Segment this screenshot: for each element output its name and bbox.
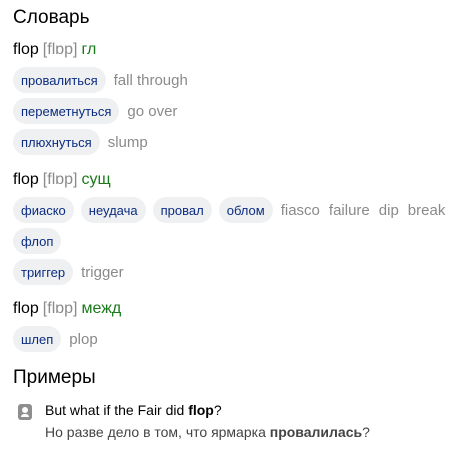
english-synonym: fiasco — [280, 201, 320, 219]
example-english-text: But what if the Fair did — [45, 402, 189, 418]
example-english-end: ? — [213, 402, 222, 418]
entry-word: flop — [13, 41, 39, 58]
translation-row: плюхнуться slump — [13, 128, 459, 156]
translation-chip[interactable]: плюхнуться — [13, 129, 100, 155]
book-icon — [18, 404, 32, 420]
example-english-highlight: flop — [188, 402, 214, 418]
english-synonym: failure — [328, 201, 370, 219]
examples-title: Примеры — [13, 367, 96, 388]
translation-chip[interactable]: неудача — [80, 197, 146, 223]
translation-row: шлеп plop — [13, 325, 459, 353]
entry-transcription: [flɒp] — [42, 300, 78, 317]
example-russian-text: Но разве дело в том, что ярмарка — [45, 424, 270, 440]
example-english: But what if the Fair did flop? — [45, 401, 222, 419]
translation-row: триггер trigger — [13, 258, 459, 286]
entry-header: flop [flɒp] межд — [13, 299, 459, 319]
translation-row: фиаско неудача провал облом fiasco failu… — [13, 196, 459, 224]
english-synonym: dip — [378, 201, 399, 219]
entry-transcription: [flɒp] — [42, 171, 78, 188]
translation-chip[interactable]: шлеп — [13, 326, 62, 352]
entry-part-of-speech: межд — [81, 300, 122, 317]
entry-part-of-speech: сущ — [81, 171, 111, 188]
entry-header: flop [flɒp] сущ — [13, 170, 459, 190]
english-synonym: trigger — [81, 263, 124, 281]
translation-chip[interactable]: провал — [152, 197, 212, 223]
entry-transcription: [flɒp] — [42, 41, 78, 58]
english-synonym: slump — [107, 133, 148, 151]
translation-chip[interactable]: облом — [218, 197, 273, 223]
example-russian: Но разве дело в том, что ярмарка провали… — [45, 423, 370, 441]
english-synonym: go over — [127, 102, 178, 120]
dictionary-entry-interjection: flop [flɒp] межд шлеп plop — [13, 299, 459, 353]
entry-word: flop — [13, 171, 39, 188]
example-russian-end: ? — [362, 424, 370, 440]
entry-header: flop [flɒp] гл — [13, 40, 459, 60]
english-synonym: plop — [69, 330, 98, 348]
entry-part-of-speech: гл — [81, 41, 97, 58]
translation-chip[interactable]: фиаско — [13, 197, 74, 223]
dictionary-entry-verb: flop [flɒp] гл провалиться fall through пе… — [13, 40, 459, 156]
dictionary-entry-noun: flop [flɒp] сущ фиаско неудача провал обло… — [13, 170, 459, 286]
translation-chip[interactable]: флоп — [13, 228, 62, 254]
entry-word: flop — [13, 300, 39, 317]
translation-chip[interactable]: переметнуться — [13, 98, 120, 124]
translation-row: переметнуться go over — [13, 97, 459, 125]
dictionary-title: Словарь — [13, 7, 90, 28]
example-russian-highlight: провалилась — [269, 424, 363, 440]
translation-row: флоп — [13, 227, 459, 255]
translation-row: провалиться fall through — [13, 66, 459, 94]
english-synonym: break — [407, 201, 446, 219]
translation-chip[interactable]: провалиться — [13, 67, 106, 93]
english-synonym: fall through — [113, 71, 188, 89]
translation-chip[interactable]: триггер — [13, 259, 74, 285]
